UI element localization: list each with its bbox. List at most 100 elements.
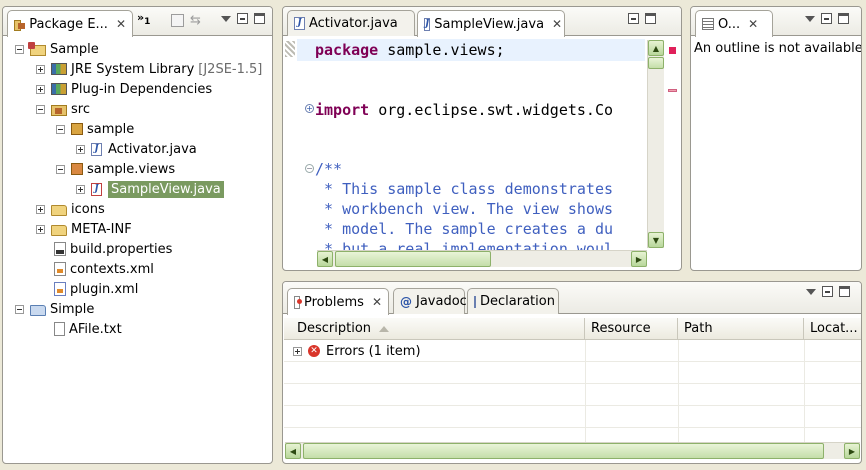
- tree-item-label: sample: [87, 121, 135, 137]
- tree-item-contexts-xml[interactable]: contexts.xml: [54, 259, 154, 279]
- tree-item-meta-inf[interactable]: META-INF: [36, 219, 132, 239]
- column-location[interactable]: Locat...: [804, 318, 861, 340]
- collapse-toggle[interactable]: [56, 164, 65, 174]
- tree-item-simple-project[interactable]: Simple: [15, 299, 94, 319]
- close-icon[interactable]: ✕: [116, 17, 126, 31]
- error-marker[interactable]: [669, 47, 676, 54]
- tree-item-activator-java[interactable]: J Activator.java: [76, 139, 197, 159]
- view-menu-icon[interactable]: [805, 15, 815, 22]
- scroll-down-button[interactable]: ▼: [648, 232, 664, 248]
- xml-file-icon: [54, 262, 66, 276]
- scroll-thumb[interactable]: [303, 443, 824, 459]
- tab-declaration[interactable]: Declaration: [467, 288, 559, 314]
- fold-collapse-icon[interactable]: −: [305, 164, 314, 173]
- tree-item-label: icons: [71, 201, 105, 217]
- declaration-icon: [474, 295, 476, 308]
- collapse-toggle[interactable]: [15, 304, 24, 314]
- fold-expand-icon[interactable]: +: [305, 104, 314, 113]
- tree-item-jre-library[interactable]: JRE System Library [J2SE-1.5]: [36, 59, 262, 79]
- tab-activator-java[interactable]: J Activator.java: [287, 10, 415, 36]
- problems-horizontal-scrollbar[interactable]: ◀ ▶: [285, 442, 860, 459]
- maximize-icon[interactable]: [645, 13, 656, 24]
- tab-overflow[interactable]: »1: [137, 11, 150, 27]
- scroll-up-button[interactable]: ▲: [648, 40, 664, 56]
- tab-package-explorer-label: Package E...: [29, 16, 108, 32]
- minimize-icon[interactable]: [821, 13, 832, 24]
- expand-toggle[interactable]: [76, 144, 85, 154]
- tree-item-afile-txt[interactable]: AFile.txt: [54, 319, 122, 339]
- scroll-right-button[interactable]: ▶: [631, 251, 647, 267]
- tab-sampleview-java[interactable]: J SampleView.java ✕: [417, 10, 565, 37]
- java-file-icon: J: [91, 142, 102, 156]
- expand-toggle[interactable]: [36, 84, 45, 94]
- editor-horizontal-scrollbar[interactable]: ◀ ▶: [317, 250, 647, 267]
- java-file-icon: J: [424, 17, 431, 31]
- tree-item-label: src: [71, 101, 90, 117]
- tab-package-explorer[interactable]: Package E... ✕: [7, 10, 133, 37]
- table-row[interactable]: ✕ Errors (1 item): [284, 340, 861, 362]
- column-resource[interactable]: Resource: [585, 318, 678, 340]
- tree-item-plugin-xml[interactable]: plugin.xml: [54, 279, 138, 299]
- minimize-icon[interactable]: [237, 13, 248, 24]
- error-icon: ✕: [308, 345, 320, 357]
- tab-problems[interactable]: Problems ✕: [287, 288, 389, 315]
- tree-item-package-sample-views[interactable]: sample.views: [56, 159, 175, 179]
- scroll-right-button[interactable]: ▶: [844, 443, 860, 459]
- editor-vertical-scrollbar[interactable]: ▲ ▼: [647, 40, 664, 248]
- expand-toggle[interactable]: [76, 184, 85, 194]
- scroll-thumb[interactable]: [648, 57, 664, 69]
- tree-item-label: Simple: [50, 301, 95, 317]
- library-icon: [51, 83, 67, 95]
- tree-item-build-properties[interactable]: build.properties: [54, 239, 172, 259]
- tab-javadoc[interactable]: @ Javadoc: [393, 288, 467, 314]
- collapse-all-icon[interactable]: [171, 14, 184, 27]
- collapse-toggle[interactable]: [36, 104, 45, 114]
- close-icon[interactable]: ✕: [552, 17, 562, 31]
- expand-toggle[interactable]: [36, 224, 45, 234]
- package-tree: Sample JRE System Library [J2SE-1.5] Plu…: [3, 39, 272, 463]
- tree-item-src[interactable]: src: [36, 99, 90, 119]
- editor-tabbar: J Activator.java J SampleView.java ✕: [283, 7, 681, 37]
- code-line-import: import org.eclipse.swt.widgets.Co: [315, 101, 614, 119]
- tree-item-plugin-dependencies[interactable]: Plug-in Dependencies: [36, 79, 212, 99]
- warning-marker[interactable]: [668, 89, 677, 92]
- column-description[interactable]: Description: [284, 318, 585, 340]
- tab-label: Activator.java: [309, 16, 398, 31]
- project-folder-icon: [30, 304, 46, 316]
- outline-tabbar: O... ✕: [691, 7, 861, 37]
- maximize-icon[interactable]: [254, 13, 265, 24]
- expand-toggle[interactable]: [36, 204, 45, 214]
- tab-overflow-count: 1: [144, 17, 151, 28]
- collapse-toggle[interactable]: [56, 124, 65, 134]
- column-path[interactable]: Path: [678, 318, 804, 340]
- tree-item-sampleview-java[interactable]: J SampleView.java: [76, 179, 224, 199]
- maximize-icon[interactable]: [838, 13, 849, 24]
- expand-toggle[interactable]: [293, 346, 302, 356]
- view-menu-icon[interactable]: [806, 288, 816, 295]
- problems-icon: [294, 295, 302, 309]
- project-icon: [28, 41, 46, 56]
- close-icon[interactable]: ✕: [748, 17, 758, 31]
- expand-toggle[interactable]: [36, 64, 45, 74]
- collapse-toggle[interactable]: [15, 44, 24, 54]
- minimize-icon[interactable]: [628, 13, 639, 24]
- tree-item-label: sample.views: [87, 161, 176, 177]
- outline-message: An outline is not available.: [694, 41, 862, 56]
- link-editor-icon[interactable]: ⇆: [190, 13, 201, 28]
- scroll-left-button[interactable]: ◀: [317, 251, 333, 267]
- package-icon: [71, 123, 83, 135]
- view-menu-icon[interactable]: [221, 15, 231, 22]
- tree-item-icons[interactable]: icons: [36, 199, 105, 219]
- tab-outline-label: O...: [718, 16, 741, 32]
- outline-view: O... ✕ An outline is not available.: [690, 6, 862, 271]
- code-area[interactable]: package sample.views; + import org.eclip…: [297, 37, 645, 254]
- maximize-icon[interactable]: [839, 286, 850, 297]
- tab-outline[interactable]: O... ✕: [695, 10, 773, 37]
- overview-ruler: [665, 37, 681, 254]
- minimize-icon[interactable]: [822, 286, 833, 297]
- close-icon[interactable]: ✕: [372, 295, 382, 309]
- tree-item-package-sample[interactable]: sample: [56, 119, 134, 139]
- scroll-left-button[interactable]: ◀: [285, 443, 301, 459]
- scroll-thumb[interactable]: [335, 251, 491, 267]
- tree-item-sample-project[interactable]: Sample: [15, 39, 99, 59]
